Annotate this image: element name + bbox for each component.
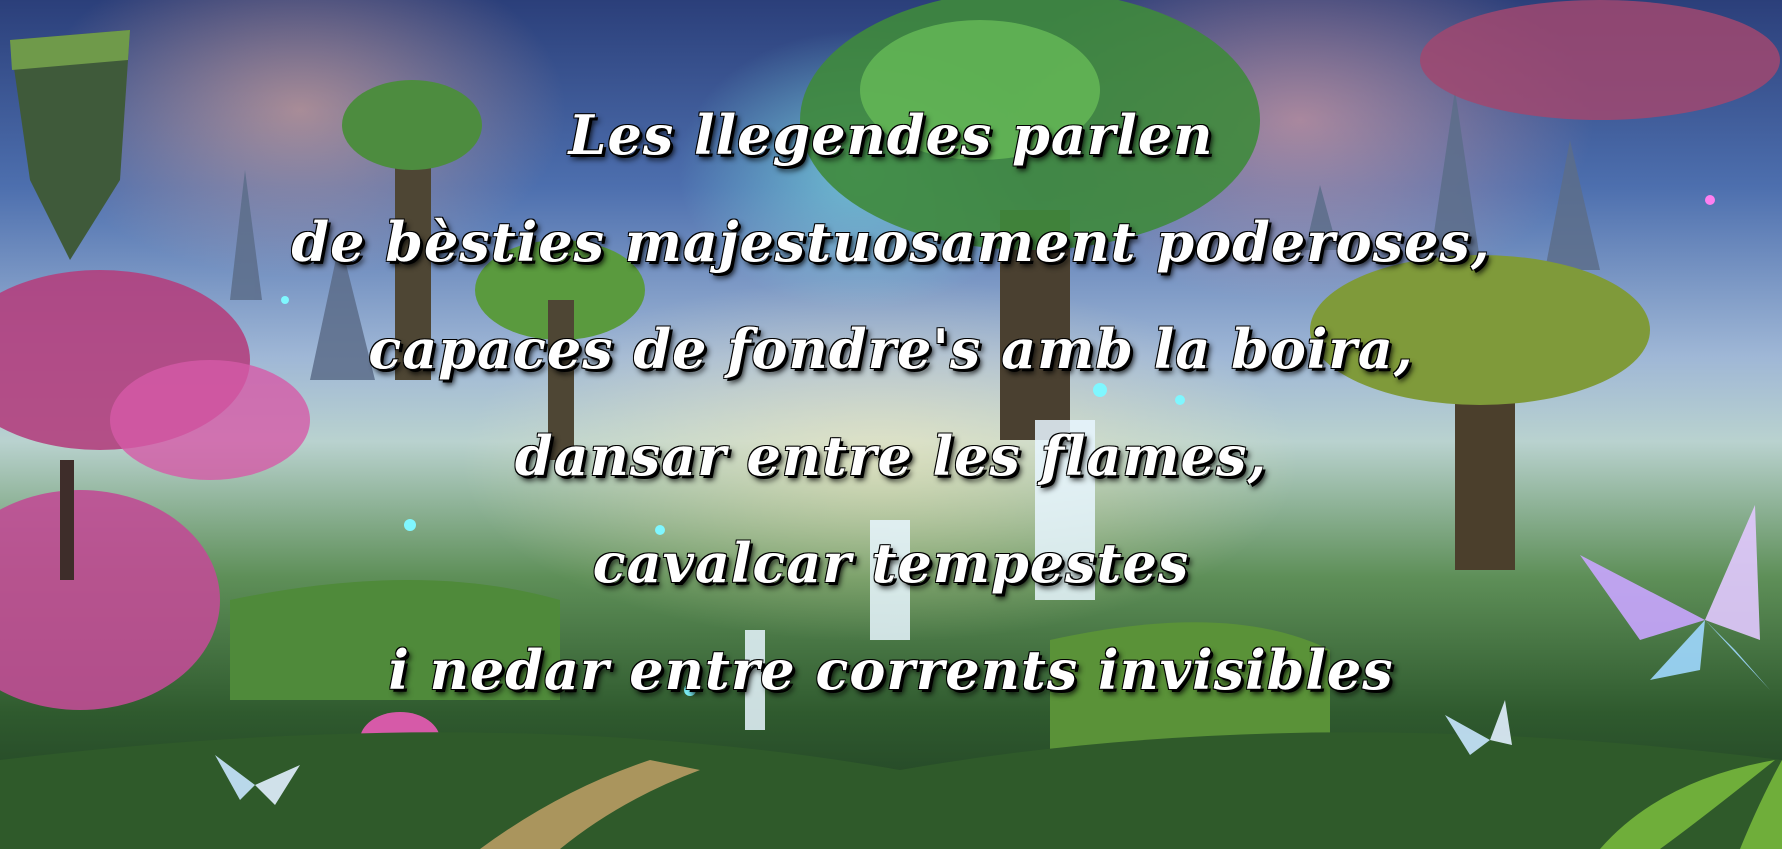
poem-line-6: i nedar entre corrents invisibles — [388, 638, 1394, 702]
poem-line-2: de bèsties majestuosament poderoses, — [291, 210, 1491, 274]
poem-line-1: Les llegendes parlen — [568, 103, 1214, 167]
poem-line-3: capaces de fondre's amb la boira, — [368, 317, 1414, 381]
fantasy-landscape-background: Les llegendes parlen de bèsties majestuo… — [0, 0, 1782, 849]
poem-line-4: dansar entre les flames, — [514, 424, 1268, 488]
poem-line-5: cavalcar tempestes — [592, 531, 1190, 595]
poem-text: Les llegendes parlen de bèsties majestuo… — [0, 82, 1782, 724]
